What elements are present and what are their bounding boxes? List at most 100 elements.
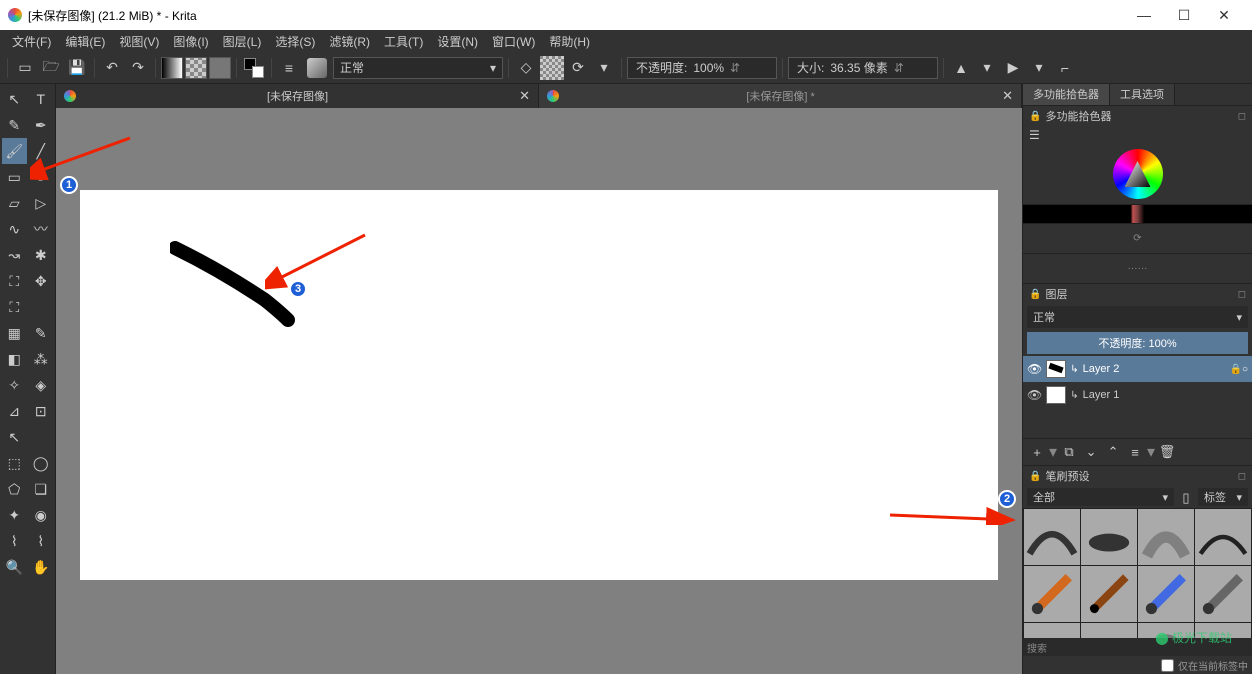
select-similar-tool[interactable]: ◉ [29, 502, 54, 528]
brush-preset[interactable] [1138, 566, 1194, 622]
popout-icon[interactable]: ◻ [1238, 111, 1246, 122]
brush-preset[interactable] [1081, 509, 1137, 565]
text-tool[interactable]: T [29, 86, 54, 112]
open-button[interactable]: 🗁 [39, 56, 63, 80]
rect-tool[interactable]: ▭ [2, 164, 27, 190]
zoom-tool[interactable]: 🔍 [2, 554, 27, 580]
alpha-icon[interactable] [540, 56, 564, 80]
multibrush-tool[interactable]: ✱ [29, 242, 54, 268]
brush-tool[interactable]: 🖌 [2, 138, 27, 164]
layer-props-button[interactable]: ≡ [1125, 442, 1145, 462]
lock-icon[interactable]: 🔒 [1029, 471, 1041, 482]
fgbg-swatch[interactable] [242, 56, 266, 80]
brush-preview-icon[interactable] [303, 56, 331, 80]
tab-close-icon[interactable]: ✕ [1002, 88, 1013, 104]
freehand-path-tool[interactable]: 〰 [29, 216, 54, 242]
select-rect-tool[interactable]: ⬚ [2, 450, 27, 476]
menu-image[interactable]: 图像(I) [167, 31, 214, 52]
tab-color-picker[interactable]: 多功能拾色器 [1023, 84, 1110, 105]
picker-config-icon[interactable]: ☰ [1029, 128, 1040, 142]
lock-icon[interactable]: 🔒 [1029, 289, 1041, 300]
mirror-v-dd-icon[interactable]: ▾ [1027, 56, 1051, 80]
mirror-v-icon[interactable]: ▶ [1001, 56, 1025, 80]
move-down-button[interactable]: ⌄ [1081, 442, 1101, 462]
tab-close-icon[interactable]: ✕ [519, 88, 530, 104]
brush-preset[interactable] [1081, 566, 1137, 622]
layer-row-2[interactable]: 👁 ↳ Layer 2 🔒○ [1023, 356, 1252, 382]
popout-icon[interactable]: ◻ [1238, 471, 1246, 482]
minimize-button[interactable]: — [1124, 1, 1164, 29]
move-tool[interactable]: ↖ [2, 86, 27, 112]
brush-preset[interactable] [1024, 566, 1080, 622]
menu-settings[interactable]: 设置(N) [431, 31, 484, 52]
document-tab-1[interactable]: [未保存图像] ✕ [56, 84, 539, 108]
brush-preset[interactable] [1081, 623, 1137, 638]
opacity-field[interactable]: 不透明度:100%⇵ [627, 57, 777, 79]
gradient-swatch[interactable] [161, 57, 183, 79]
lock-icon[interactable]: 🔒 [1029, 111, 1041, 122]
brush-settings-icon[interactable]: ≡ [277, 56, 301, 80]
undo-button[interactable]: ↶ [100, 56, 124, 80]
select-contig-tool[interactable]: ✦ [2, 502, 27, 528]
move-layer-tool[interactable]: ✥ [29, 268, 54, 294]
arrow-tool[interactable]: ↖ [2, 424, 27, 450]
ellipse-tool[interactable]: ○ [29, 164, 54, 190]
tag-only-checkbox[interactable] [1161, 659, 1174, 672]
pattern-swatch[interactable] [185, 57, 207, 79]
menu-select[interactable]: 选择(S) [269, 31, 321, 52]
tab-tool-options[interactable]: 工具选项 [1110, 84, 1175, 105]
layer-blend-select[interactable]: 正常▾ [1027, 306, 1248, 328]
brush-preset[interactable] [1024, 509, 1080, 565]
delete-layer-button[interactable]: 🗑 [1157, 442, 1177, 462]
select-ellipse-tool[interactable]: ◯ [29, 450, 54, 476]
reference-tool[interactable]: ⊡ [29, 398, 54, 424]
close-button[interactable]: ✕ [1204, 1, 1244, 29]
pattern-tool[interactable]: ⁂ [29, 346, 54, 372]
dropdown-icon[interactable]: ▾ [592, 56, 616, 80]
popout-icon[interactable]: ◻ [1238, 289, 1246, 300]
polyline-tool[interactable]: ▷ [29, 190, 54, 216]
duplicate-layer-button[interactable]: ⧉ [1059, 442, 1079, 462]
blend-mode-select[interactable]: 正常▾ [333, 57, 503, 79]
mirror-h-icon[interactable]: ▲ [949, 56, 973, 80]
measure-tool[interactable]: ⊿ [2, 398, 27, 424]
bezier-tool[interactable]: ∿ [2, 216, 27, 242]
wrap-icon[interactable]: ⌐ [1053, 56, 1077, 80]
redo-button[interactable]: ↷ [126, 56, 150, 80]
line-tool[interactable]: ╱ [29, 138, 54, 164]
brush-tag-select[interactable]: 全部▾ [1027, 488, 1174, 506]
select-bezier-tool[interactable]: ⌇ [2, 528, 27, 554]
maximize-button[interactable]: ☐ [1164, 1, 1204, 29]
brush-preset[interactable] [1138, 623, 1194, 638]
brush-preset[interactable] [1195, 566, 1251, 622]
pattern2-swatch[interactable] [209, 57, 231, 79]
pan-tool[interactable]: ✋ [29, 554, 54, 580]
save-button[interactable]: 💾 [65, 56, 89, 80]
canvas-viewport[interactable] [56, 108, 1022, 674]
assistants-tool[interactable]: ◈ [29, 372, 54, 398]
brush-preset[interactable] [1195, 509, 1251, 565]
layer-opacity-field[interactable]: 不透明度: 100% [1027, 332, 1248, 354]
visibility-icon[interactable]: 👁 [1027, 388, 1042, 402]
color-strip[interactable] [1023, 204, 1252, 224]
move-up-button[interactable]: ⌃ [1103, 442, 1123, 462]
brush-view-icon[interactable]: ▯ [1176, 488, 1196, 508]
color-picker-tool[interactable]: ✎ [29, 320, 54, 346]
menu-view[interactable]: 视图(V) [113, 31, 165, 52]
visibility-icon[interactable]: 👁 [1027, 362, 1042, 376]
menu-tool[interactable]: 工具(T) [378, 31, 429, 52]
reload-icon[interactable]: ⟳ [566, 56, 590, 80]
select-magnetic-tool[interactable]: ⌇ [29, 528, 54, 554]
document-tab-2[interactable]: [未保存图像] * ✕ [539, 84, 1022, 108]
menu-file[interactable]: 文件(F) [6, 31, 57, 52]
mirror-h-dd-icon[interactable]: ▾ [975, 56, 999, 80]
dynamic-brush-tool[interactable]: ↝ [2, 242, 27, 268]
add-layer-button[interactable]: + [1027, 442, 1047, 462]
menu-window[interactable]: 窗口(W) [486, 31, 541, 52]
menu-layer[interactable]: 图层(L) [217, 31, 268, 52]
canvas[interactable] [80, 190, 998, 580]
select-free-tool[interactable]: ❏ [29, 476, 54, 502]
crop-tool[interactable]: ⛶ [2, 294, 27, 320]
transform-tool[interactable]: ⛶ [2, 268, 27, 294]
brush-preset[interactable] [1024, 623, 1080, 638]
